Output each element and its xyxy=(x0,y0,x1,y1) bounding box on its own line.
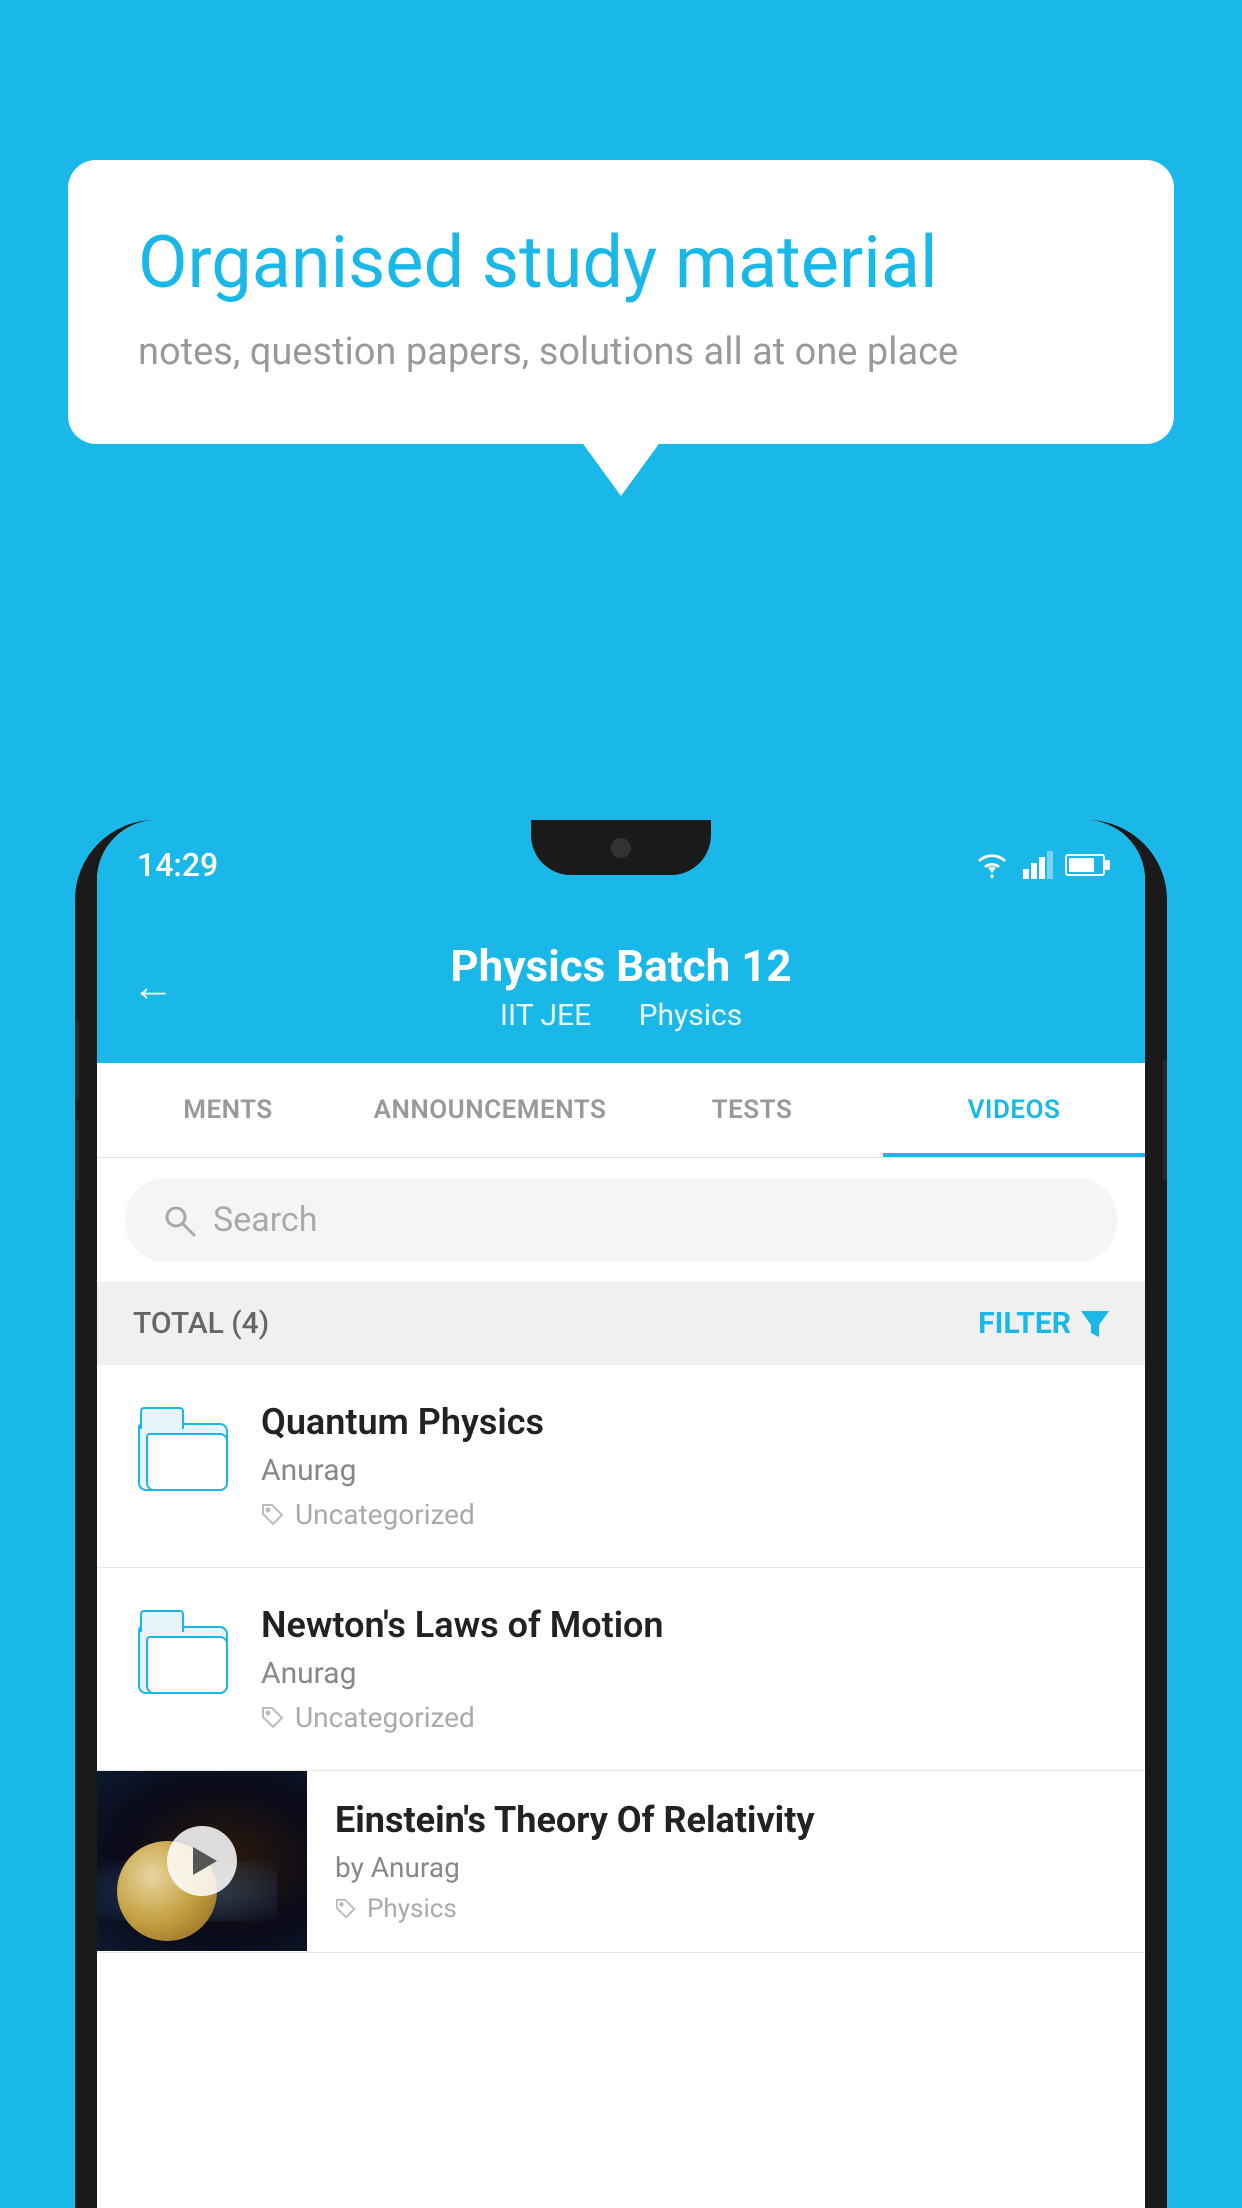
video-thumbnail-1 xyxy=(133,1401,233,1501)
list-item[interactable]: Einstein's Theory Of Relativity by Anura… xyxy=(97,1771,1145,1953)
status-icons xyxy=(973,851,1105,879)
app-header: ← Physics Batch 12 IIT JEE Physics xyxy=(97,910,1145,1063)
tag-text-1: Uncategorized xyxy=(295,1498,475,1531)
einstein-info: Einstein's Theory Of Relativity by Anura… xyxy=(307,1771,1145,1952)
app-title: Physics Batch 12 xyxy=(450,940,791,992)
video-author-1: Anurag xyxy=(261,1453,1109,1488)
subtitle-tag1: IIT JEE xyxy=(500,998,591,1033)
play-icon xyxy=(193,1847,217,1875)
video-title-3: Einstein's Theory Of Relativity xyxy=(335,1799,1117,1841)
video-thumbnail-2 xyxy=(133,1604,233,1704)
phone-screen: 14:29 xyxy=(97,820,1145,2208)
camera xyxy=(611,838,631,858)
volume-up-button[interactable] xyxy=(75,1020,79,1100)
search-bar[interactable]: Search xyxy=(125,1178,1117,1262)
subtitle-tag2: Physics xyxy=(639,998,743,1033)
folder-icon xyxy=(138,1614,228,1694)
video-author-2: Anurag xyxy=(261,1656,1109,1691)
battery-icon xyxy=(1065,854,1105,876)
filter-icon xyxy=(1081,1311,1109,1337)
speech-bubble-subtitle: notes, question papers, solutions all at… xyxy=(138,330,1104,374)
tab-tests[interactable]: TESTS xyxy=(621,1063,883,1157)
video-title-1: Quantum Physics xyxy=(261,1401,1109,1443)
tab-videos[interactable]: VIDEOS xyxy=(883,1063,1145,1157)
tag-icon xyxy=(261,1503,285,1527)
tag-text-3: Physics xyxy=(367,1894,457,1924)
tab-ments[interactable]: MENTS xyxy=(97,1063,359,1157)
search-placeholder: Search xyxy=(213,1200,317,1240)
search-container: Search xyxy=(97,1158,1145,1282)
tab-announcements[interactable]: ANNOUNCEMENTS xyxy=(359,1063,621,1157)
einstein-thumbnail xyxy=(97,1771,307,1951)
tag-icon xyxy=(261,1706,285,1730)
video-tag-1: Uncategorized xyxy=(261,1498,1109,1531)
filter-bar: TOTAL (4) FILTER xyxy=(97,1282,1145,1365)
back-button[interactable]: ← xyxy=(132,962,174,1011)
speech-bubble-title: Organised study material xyxy=(138,220,1104,306)
video-info-2: Newton's Laws of Motion Anurag Uncategor… xyxy=(261,1604,1109,1734)
volume-down-button[interactable] xyxy=(75,1120,79,1200)
signal-icon xyxy=(1023,851,1053,879)
wifi-icon xyxy=(973,851,1011,879)
play-button[interactable] xyxy=(167,1826,237,1896)
tag-icon xyxy=(335,1898,357,1920)
tabs-bar: MENTS ANNOUNCEMENTS TESTS VIDEOS xyxy=(97,1063,1145,1158)
video-author-3: by Anurag xyxy=(335,1851,1117,1884)
search-icon xyxy=(161,1202,197,1238)
filter-button[interactable]: FILTER xyxy=(978,1306,1109,1341)
video-title-2: Newton's Laws of Motion xyxy=(261,1604,1109,1646)
power-button[interactable] xyxy=(1163,1060,1167,1180)
tag-text-2: Uncategorized xyxy=(295,1701,475,1734)
status-bar: 14:29 xyxy=(97,820,1145,910)
folder-icon xyxy=(138,1411,228,1491)
video-info-1: Quantum Physics Anurag Uncategorized xyxy=(261,1401,1109,1531)
filter-label: FILTER xyxy=(978,1306,1071,1341)
app-subtitle: IIT JEE Physics xyxy=(490,998,752,1033)
speech-bubble: Organised study material notes, question… xyxy=(68,160,1174,444)
video-list: Quantum Physics Anurag Uncategorized xyxy=(97,1365,1145,1953)
video-tag-3: Physics xyxy=(335,1894,1117,1924)
list-item[interactable]: Quantum Physics Anurag Uncategorized xyxy=(97,1365,1145,1568)
status-time: 14:29 xyxy=(137,846,218,884)
video-tag-2: Uncategorized xyxy=(261,1701,1109,1734)
total-count: TOTAL (4) xyxy=(133,1306,269,1341)
phone-frame: 14:29 xyxy=(75,820,1167,2208)
list-item[interactable]: Newton's Laws of Motion Anurag Uncategor… xyxy=(97,1568,1145,1771)
notch xyxy=(531,820,711,875)
